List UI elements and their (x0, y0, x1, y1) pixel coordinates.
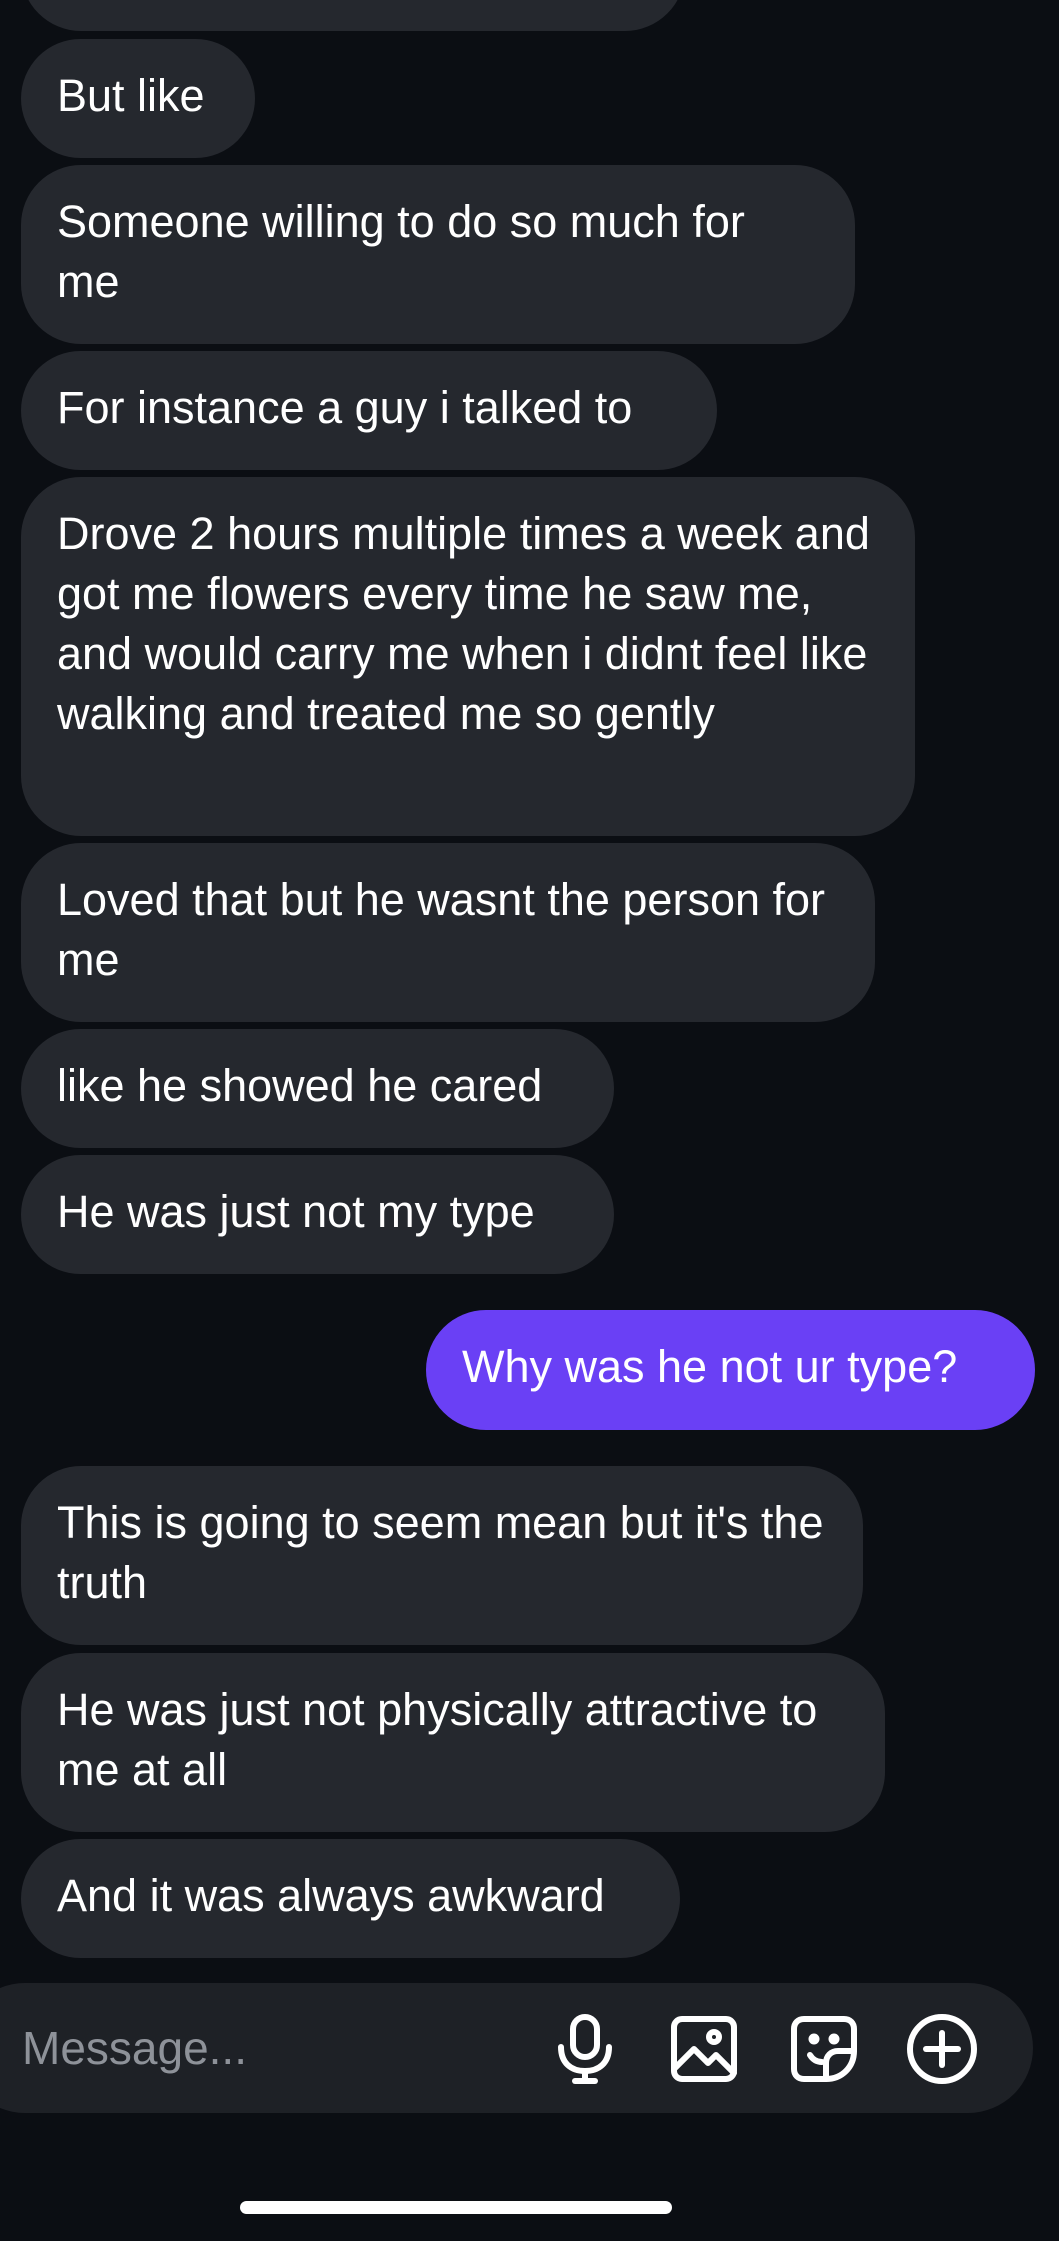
message-text: Why was he not ur type? (462, 1341, 958, 1392)
image-icon[interactable] (662, 2007, 746, 2091)
message-text: like he showed he cared (57, 1060, 543, 1111)
message-bubble-incoming: Someone willing to do so much for me (21, 165, 855, 344)
message-bubble-incoming: He was just not my type (21, 1155, 614, 1274)
message-text: For instance a guy i talked to (57, 382, 633, 433)
message-bubble-outgoing: Why was he not ur type? (426, 1310, 1035, 1430)
message-text: But like (57, 70, 205, 121)
message-text: Drove 2 hours multiple times a week and … (57, 508, 870, 739)
message-bubble-incoming: This is going to seem mean but it's the … (21, 1466, 863, 1645)
plus-circle-icon[interactable] (900, 2007, 984, 2091)
message-text: This is going to seem mean but it's the … (57, 1497, 824, 1608)
message-text: He was just not physically attractive to… (57, 1684, 818, 1795)
message-bubble-incoming: like he showed he cared (21, 1029, 614, 1148)
message-bubble-incoming: Loved that but he wasnt the person for m… (21, 843, 875, 1022)
home-indicator[interactable] (240, 2201, 672, 2214)
message-text: Someone willing to do so much for me (57, 196, 745, 307)
message-bubble-incoming: Drove 2 hours multiple times a week and … (21, 477, 915, 836)
message-bubble-incoming: But like (21, 39, 255, 158)
message-text: Loved that but he wasnt the person for m… (57, 874, 826, 985)
microphone-icon[interactable] (543, 2007, 627, 2091)
message-bubble-incoming: For instance a guy i talked to (21, 351, 717, 470)
chat-screen: But like Someone willing to do so much f… (0, 0, 1059, 2241)
sticker-icon[interactable] (782, 2007, 866, 2091)
message-input[interactable]: Message... (22, 2013, 247, 2083)
message-bubble-partial (21, 0, 685, 31)
message-bubble-incoming: He was just not physically attractive to… (21, 1653, 885, 1832)
message-text: And it was always awkward (57, 1870, 605, 1921)
message-composer: Message... (0, 1983, 1033, 2113)
message-text: He was just not my type (57, 1186, 535, 1237)
message-bubble-incoming: And it was always awkward (21, 1839, 680, 1958)
